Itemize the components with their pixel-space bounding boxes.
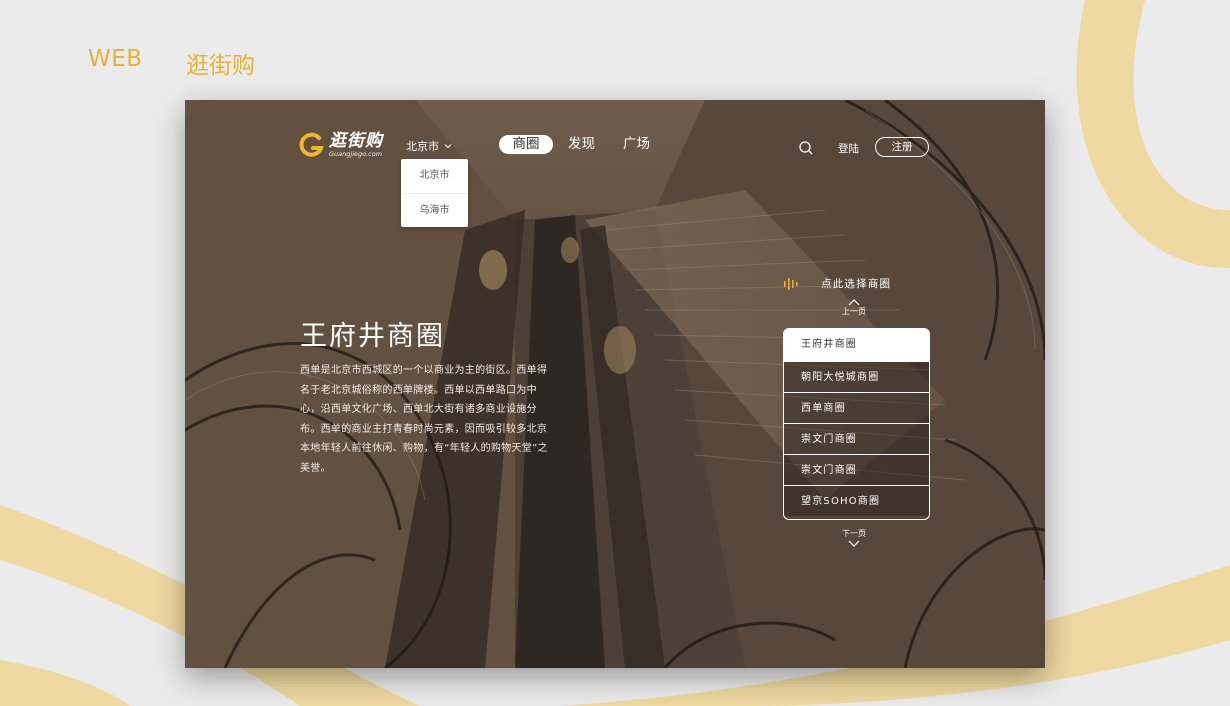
app-name-label: 逛街购	[186, 53, 255, 79]
district-item[interactable]: 西单商圈	[784, 392, 929, 423]
district-item-selected[interactable]: 王府井商圈	[784, 329, 929, 361]
prev-page-label: 上一页	[842, 307, 866, 316]
hero-title: 王府井商圈	[300, 321, 445, 352]
chevron-up-icon	[848, 299, 860, 306]
logo[interactable]: 逛街购 Guangjiego.com	[299, 132, 383, 158]
district-list: 王府井商圈 朝阳大悦城商圈 西单商圈 崇文门商圈 崇文门商圈 望京SOHO商圈	[783, 328, 930, 520]
logo-g-icon	[299, 132, 324, 157]
city-option-beijing[interactable]: 北京市	[401, 159, 468, 193]
district-picker-header: 点此选择商圈	[783, 276, 891, 291]
chevron-down-icon	[848, 540, 860, 547]
city-select-value: 北京市	[406, 140, 439, 153]
nav-discover[interactable]: 发现	[568, 135, 595, 154]
platform-label: WEB	[88, 46, 143, 72]
register-button[interactable]: 注册	[875, 137, 929, 157]
nav-square[interactable]: 广场	[623, 135, 650, 154]
login-link[interactable]: 登陆	[838, 141, 859, 156]
logo-name: 逛街购	[329, 131, 383, 151]
next-page-button[interactable]: 下一页	[832, 528, 876, 548]
chevron-down-icon	[444, 144, 452, 149]
prev-page-button[interactable]: 上一页	[832, 298, 876, 318]
district-item[interactable]: 崇文门商圈	[784, 423, 929, 454]
city-select[interactable]: 北京市	[406, 138, 452, 154]
sound-bars-icon	[784, 277, 798, 290]
district-picker-title: 点此选择商圈	[821, 278, 892, 290]
city-option-wuhai[interactable]: 乌海市	[401, 193, 468, 228]
logo-domain: Guangjiego.com	[329, 150, 383, 158]
city-dropdown: 北京市 乌海市	[401, 159, 468, 227]
district-item[interactable]: 朝阳大悦城商圈	[784, 361, 929, 392]
nav-district[interactable]: 商圈	[499, 135, 553, 154]
next-page-label: 下一页	[842, 529, 866, 538]
search-icon[interactable]	[798, 140, 814, 156]
district-item[interactable]: 望京SOHO商圈	[784, 485, 929, 516]
district-item[interactable]: 崇文门商圈	[784, 454, 929, 485]
website-mockup: 逛街购 Guangjiego.com 北京市 北京市 乌海市 商圈 发现 广场 …	[185, 100, 1045, 668]
hero-description: 西单是北京市西城区的一个以商业为主的街区。西单得名于老北京城俗称的西单牌楼。西单…	[300, 365, 548, 474]
